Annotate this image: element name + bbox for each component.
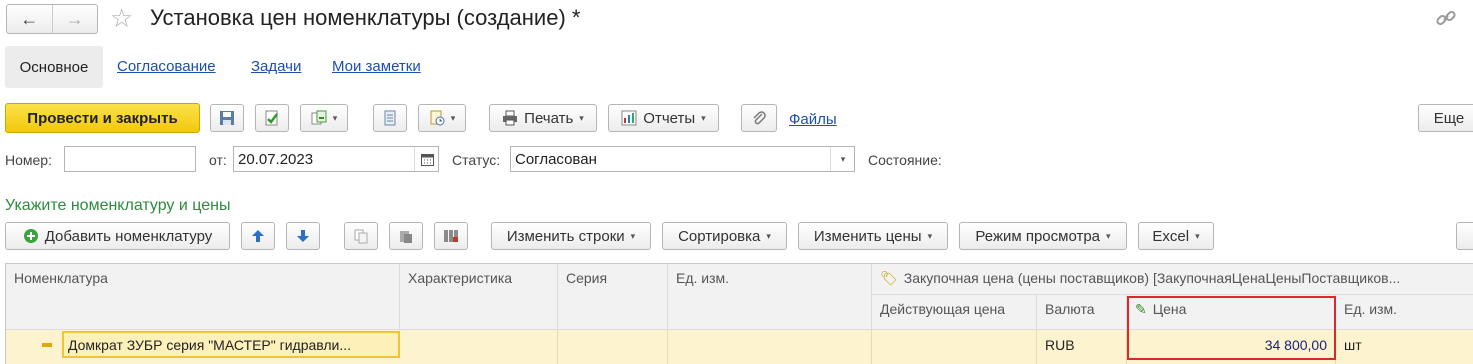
document-actions-button[interactable]: ▾: [418, 104, 466, 132]
sort-button[interactable]: Сортировка ▾: [662, 222, 787, 250]
add-circle-icon: [23, 229, 38, 243]
view-mode-button[interactable]: Режим просмотра ▾: [959, 222, 1127, 250]
row-cell-currency[interactable]: RUB: [1037, 330, 1127, 364]
print-label: Печать: [524, 109, 574, 127]
column-header-price-unit[interactable]: Ед. изм.: [1336, 295, 1473, 330]
row-item-text: Домкрат ЗУБР серия "МАСТЕР" гидравли...: [68, 337, 352, 353]
status-label: Статус:: [452, 152, 501, 168]
create-based-on-button[interactable]: ▾: [300, 104, 348, 132]
printer-icon: [503, 110, 518, 126]
post-document-icon: [265, 110, 278, 126]
view-mode-label: Режим просмотра: [975, 227, 1101, 245]
post-and-close-button[interactable]: Провести и закрыть: [5, 103, 200, 133]
barcode-icon: [444, 230, 458, 242]
column-header-current-price[interactable]: Действующая цена: [872, 295, 1037, 330]
tab-my-notes[interactable]: Мои заметки: [332, 58, 421, 78]
price-tag-icon: 🏷: [880, 270, 898, 286]
change-rows-label: Изменить строки: [506, 227, 625, 245]
chevron-down-icon: ▾: [332, 112, 338, 123]
tab-tasks[interactable]: Задачи: [251, 58, 301, 78]
row-cell-unit[interactable]: [668, 330, 872, 364]
chevron-down-icon: ▾: [450, 112, 456, 123]
row-marker-icon: [42, 343, 52, 347]
more-label: Еще: [1433, 109, 1465, 127]
reports-label: Отчеты: [643, 109, 696, 127]
more-button[interactable]: Еще: [1418, 104, 1473, 132]
page-title: Установка цен номенклатуры (создание) *: [150, 5, 581, 30]
row-cell-item[interactable]: Домкрат ЗУБР серия "МАСТЕР" гидравли...: [62, 331, 400, 358]
more-table-button[interactable]: [1456, 222, 1473, 250]
save-icon: [220, 111, 234, 125]
print-button[interactable]: Печать ▾: [489, 104, 597, 132]
status-select[interactable]: Согласован: [510, 146, 855, 172]
section-title: Укажите номенклатуру и цены: [5, 197, 231, 214]
star-icon[interactable]: ☆: [110, 4, 133, 32]
row-cell-current-price[interactable]: [872, 330, 1037, 364]
arrow-down-icon: [297, 230, 309, 242]
copy-icon: [354, 229, 368, 244]
link-icon[interactable]: [1434, 6, 1458, 30]
purchase-group-label: Закупочная цена (цены поставщиков) [Заку…: [903, 270, 1401, 286]
attach-files-button[interactable]: [741, 104, 777, 132]
chevron-down-icon[interactable]: ▾: [830, 147, 855, 171]
tab-approval[interactable]: Согласование: [117, 58, 216, 78]
move-up-button[interactable]: [241, 222, 275, 250]
files-link[interactable]: Файлы: [789, 111, 837, 128]
row-cell-characteristic[interactable]: [400, 330, 558, 364]
tab-main-label: Основное: [19, 58, 89, 76]
reports-chart-icon: [621, 110, 637, 126]
calendar-icon[interactable]: [414, 147, 439, 171]
arrow-up-icon: [252, 230, 264, 242]
price-highlight-frame: [1127, 296, 1336, 360]
chevron-down-icon: ▾: [701, 112, 706, 123]
copy-button[interactable]: [344, 222, 378, 250]
add-item-button[interactable]: Добавить номенклатуру: [5, 222, 230, 250]
forward-arrow-icon[interactable]: →: [51, 5, 98, 33]
column-header-currency[interactable]: Валюта: [1037, 295, 1127, 330]
row-cell-price-unit[interactable]: шт: [1336, 330, 1473, 364]
date-label: от:: [209, 152, 227, 168]
tab-main[interactable]: Основное: [5, 46, 103, 88]
sort-label: Сортировка: [678, 227, 761, 245]
items-grid: Номенклатура Характеристика Серия Ед. из…: [5, 263, 1473, 364]
post-and-close-label: Провести и закрыть: [27, 109, 178, 127]
chevron-down-icon: ▾: [579, 112, 584, 123]
change-prices-label: Изменить цены: [813, 227, 922, 245]
chevron-down-icon: ▾: [927, 230, 933, 241]
nav-buttons: ← →: [6, 4, 98, 34]
state-label: Состояние:: [868, 152, 942, 168]
number-input[interactable]: [64, 146, 196, 172]
column-header-item[interactable]: Номенклатура: [6, 264, 400, 330]
column-header-unit[interactable]: Ед. изм.: [668, 264, 872, 330]
document-clock-icon: [430, 110, 445, 126]
structure-button[interactable]: [373, 104, 407, 132]
chevron-down-icon: ▾: [1195, 230, 1200, 241]
paste-icon: [400, 231, 412, 243]
change-rows-button[interactable]: Изменить строки ▾: [491, 222, 651, 250]
number-label: Номер:: [5, 152, 52, 168]
chevron-down-icon: ▾: [1106, 230, 1111, 241]
chevron-down-icon: ▾: [630, 230, 636, 241]
list-document-icon: [384, 110, 396, 126]
change-prices-button[interactable]: Изменить цены ▾: [798, 222, 948, 250]
add-item-label: Добавить номенклатуру: [44, 227, 213, 245]
paste-button[interactable]: [389, 222, 423, 250]
chevron-down-icon: ▾: [766, 230, 771, 241]
post-button[interactable]: [255, 104, 289, 132]
move-down-button[interactable]: [286, 222, 320, 250]
back-arrow-icon[interactable]: ←: [7, 5, 52, 33]
barcode-button[interactable]: [434, 222, 468, 250]
row-cell-series[interactable]: [558, 330, 668, 364]
excel-button[interactable]: Excel ▾: [1138, 222, 1214, 250]
paperclip-icon: [753, 111, 766, 125]
column-header-characteristic[interactable]: Характеристика: [400, 264, 558, 330]
save-button[interactable]: [210, 104, 244, 132]
date-input[interactable]: 20.07.2023: [233, 146, 439, 172]
excel-label: Excel: [1152, 227, 1190, 245]
column-header-purchase-price-group[interactable]: 🏷 Закупочная цена (цены поставщиков) [Зак…: [872, 264, 1473, 295]
column-header-series[interactable]: Серия: [558, 264, 668, 330]
create-based-on-icon: [311, 110, 327, 125]
reports-button[interactable]: Отчеты ▾: [608, 104, 719, 132]
